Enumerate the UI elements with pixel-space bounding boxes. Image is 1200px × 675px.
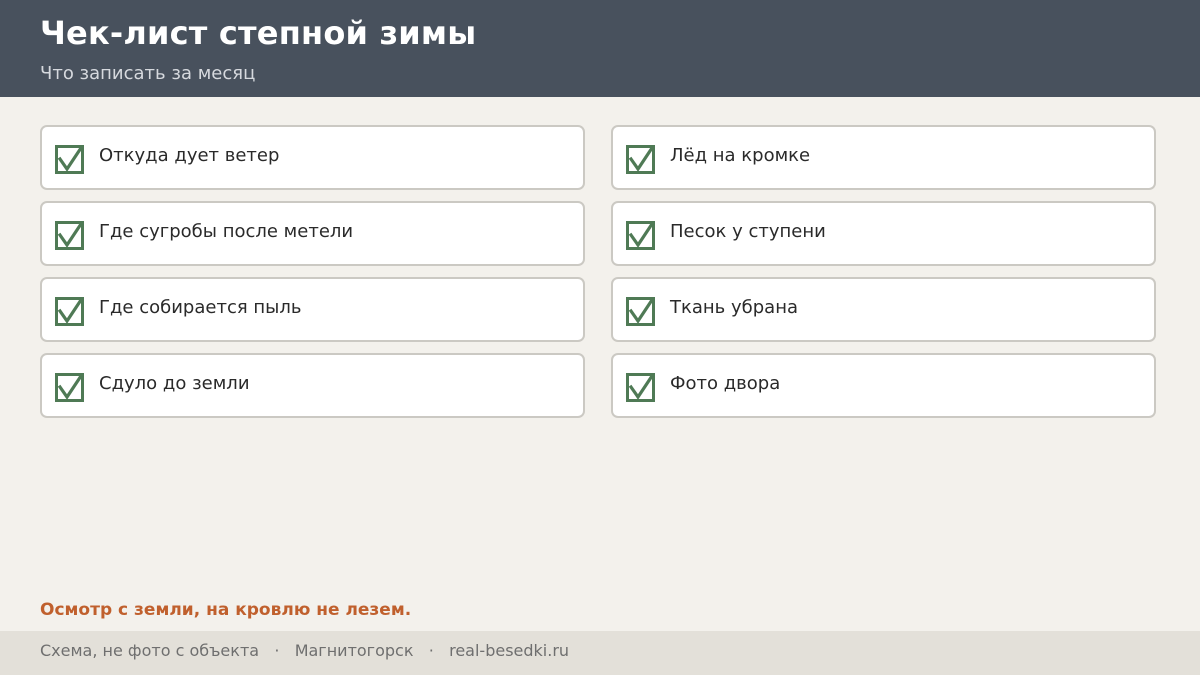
footer-site-link[interactable]: real-besedki.ru: [449, 641, 569, 660]
footer-city: Магнитогорск: [294, 641, 414, 660]
checklist-item[interactable]: Сдуло до земли: [40, 353, 585, 418]
checklist-item[interactable]: Где сугробы после метели: [40, 201, 585, 266]
checkbox-checked-icon[interactable]: [626, 221, 655, 250]
checklist-item-label: Песок у ступени: [670, 221, 826, 242]
safety-note: Осмотр с земли, на кровлю не лезем.: [40, 600, 412, 620]
checklist-item-label: Лёд на кромке: [670, 145, 811, 166]
checklist-item-label: Где собирается пыль: [99, 297, 302, 318]
checklist-item-label: Где сугробы после метели: [99, 221, 354, 242]
page-title: Чек-лист степной зимы: [40, 14, 477, 52]
checklist-item[interactable]: Ткань убрана: [611, 277, 1156, 342]
checkbox-checked-icon[interactable]: [626, 145, 655, 174]
footer-separator: ·: [428, 641, 434, 660]
footer-text: Схема, не фото с объекта · Магнитогорск …: [40, 641, 569, 660]
checkbox-checked-icon[interactable]: [55, 373, 84, 402]
checklist-item[interactable]: Песок у ступени: [611, 201, 1156, 266]
checkbox-checked-icon[interactable]: [626, 297, 655, 326]
checkbox-checked-icon[interactable]: [626, 373, 655, 402]
footer-separator: ·: [274, 641, 280, 660]
checklist-item[interactable]: Где собирается пыль: [40, 277, 585, 342]
checkbox-checked-icon[interactable]: [55, 297, 84, 326]
checkbox-checked-icon[interactable]: [55, 221, 84, 250]
footer: Схема, не фото с объекта · Магнитогорск …: [0, 631, 1200, 675]
checklist-item-label: Ткань убрана: [670, 297, 799, 318]
checklist-item[interactable]: Лёд на кромке: [611, 125, 1156, 190]
checklist-item[interactable]: Фото двора: [611, 353, 1156, 418]
checklist-item[interactable]: Откуда дует ветер: [40, 125, 585, 190]
checklist-item-label: Фото двора: [670, 373, 781, 394]
checklist-item-label: Сдуло до земли: [99, 373, 250, 394]
header: Чек-лист степной зимы Что записать за ме…: [0, 0, 1200, 97]
checkbox-checked-icon[interactable]: [55, 145, 84, 174]
footer-disclaimer: Схема, не фото с объекта: [40, 641, 260, 660]
page-subtitle: Что записать за месяц: [40, 63, 256, 84]
checklist-item-label: Откуда дует ветер: [99, 145, 280, 166]
checklist: Откуда дует ветер Лёд на кромке Где сугр…: [40, 125, 1156, 418]
